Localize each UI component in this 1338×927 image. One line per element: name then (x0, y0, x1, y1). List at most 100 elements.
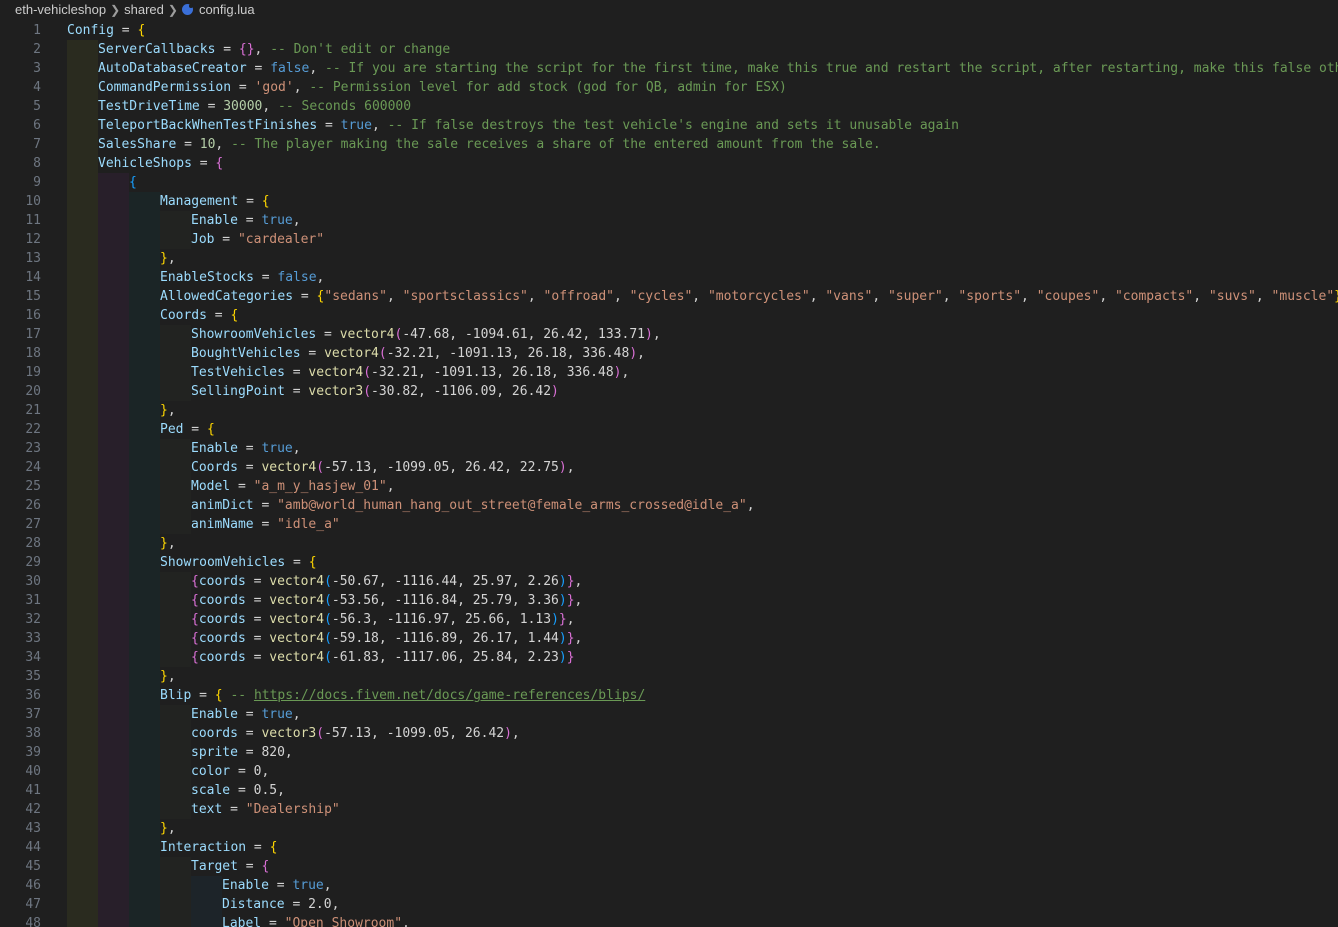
indent-guide (191, 895, 222, 914)
breadcrumb-file[interactable]: config.lua (199, 2, 255, 17)
line-number: 15 (25, 289, 41, 304)
code-line[interactable]: 31 {coords = vector4(-53.56, -1116.84, 25… (0, 591, 1338, 610)
code-line[interactable]: 29 ShowroomVehicles = { (0, 553, 1338, 572)
code-line[interactable]: 22 Ped = { (0, 420, 1338, 439)
indent-guide (98, 724, 129, 743)
breadcrumb-folder-shared[interactable]: shared (124, 2, 164, 17)
code-line[interactable]: 36 Blip = { -- https://docs.fivem.net/doc… (0, 686, 1338, 705)
code-token: -53.56, -1116.84, 25.79, 3.36 (331, 593, 559, 608)
code-line[interactable]: 28}, (0, 534, 1338, 553)
code-token: , (292, 213, 301, 228)
code-line[interactable]: 8 VehicleShops = { (0, 154, 1338, 173)
code-line[interactable]: 18 BoughtVehicles = vector4(-32.21, -1091… (0, 344, 1338, 363)
code-token: , (614, 289, 630, 304)
indent-guide (67, 477, 98, 496)
code-token: ) (551, 384, 559, 399)
code-token: color (191, 764, 231, 779)
code-token: BoughtVehicles (191, 346, 301, 361)
code-token: ( (316, 726, 325, 741)
code-line[interactable]: 9{ (0, 173, 1338, 192)
line-number: 5 (33, 99, 41, 114)
code-token: Enable (222, 878, 269, 893)
code-token: , (809, 289, 826, 304)
code-line[interactable]: 26 animDict = "amb@world_human_hang_out_s… (0, 496, 1338, 515)
indent-guide (67, 762, 98, 781)
indent-guide (67, 211, 98, 230)
code-token: ) (504, 726, 512, 741)
indent-guide (129, 629, 160, 648)
code-token: VehicleShops (98, 156, 192, 171)
code-line[interactable]: 12 Job = "cardealer" (0, 230, 1338, 249)
code-line[interactable]: 3 AutoDatabaseCreator = false, -- If you … (0, 59, 1338, 78)
code-line[interactable]: 39 sprite = 820, (0, 743, 1338, 762)
code-token: coords (198, 631, 246, 646)
code-line[interactable]: 43}, (0, 819, 1338, 838)
code-token: = (268, 878, 293, 893)
code-token: vector3 (308, 384, 364, 399)
indent-guide (129, 287, 160, 306)
code-line[interactable]: 23 Enable = true, (0, 439, 1338, 458)
code-line[interactable]: 38 coords = vector3(-57.13, -1099.05, 26.… (0, 724, 1338, 743)
indent-guide (98, 705, 129, 724)
code-line[interactable]: 34 {coords = vector4(-61.83, -1117.06, 25… (0, 648, 1338, 667)
code-token: = (293, 289, 317, 304)
indent-guide (98, 686, 129, 705)
indent-guide (98, 553, 129, 572)
code-line[interactable]: 44 Interaction = { (0, 838, 1338, 857)
code-line[interactable]: 19 TestVehicles = vector4(-32.21, -1091.1… (0, 363, 1338, 382)
code-line[interactable]: 24 Coords = vector4(-57.13, -1099.05, 26.… (0, 458, 1338, 477)
code-line[interactable]: 41 scale = 0.5, (0, 781, 1338, 800)
code-line[interactable]: 47 Distance = 2.0, (0, 895, 1338, 914)
code-token: ) (613, 365, 622, 380)
code-line[interactable]: 16 Coords = { (0, 306, 1338, 325)
indent-guide (67, 420, 98, 439)
code-line[interactable]: 27 animName = "idle_a" (0, 515, 1338, 534)
code-line[interactable]: 13}, (0, 249, 1338, 268)
code-token: = (261, 916, 285, 927)
indent-guide (98, 876, 129, 895)
code-editor[interactable]: 1 Config = {2 ServerCallbacks = {}, -- Don… (0, 21, 1338, 927)
code-line[interactable]: 48 Label = "Open Showroom", (0, 914, 1338, 927)
code-line[interactable]: 4 CommandPermission = 'god', -- Permissio… (0, 78, 1338, 97)
code-line[interactable]: 33 {coords = vector4(-59.18, -1116.89, 26… (0, 629, 1338, 648)
code-token: vector3 (261, 726, 317, 741)
code-line[interactable]: 1 Config = { (0, 21, 1338, 40)
code-line[interactable]: 15 AllowedCategories = {"sedans", "sports… (0, 287, 1338, 306)
code-line[interactable]: 10 Management = { (0, 192, 1338, 211)
code-line[interactable]: 20 SellingPoint = vector3(-30.82, -1106.0… (0, 382, 1338, 401)
code-token: , (637, 346, 645, 361)
code-line[interactable]: 7 SalesShare = 10, -- The player making t… (0, 135, 1338, 154)
code-token: { (230, 308, 239, 323)
code-line[interactable]: 40 color = 0, (0, 762, 1338, 781)
indent-guide (67, 192, 98, 211)
code-line[interactable]: 25 Model = "a_m_y_hasjew_01", (0, 477, 1338, 496)
indent-guide (129, 268, 160, 287)
indent-guide (98, 496, 129, 515)
code-line[interactable]: 17 ShowroomVehicles = vector4(-47.68, -10… (0, 325, 1338, 344)
code-line[interactable]: 46 Enable = true, (0, 876, 1338, 895)
code-token: CommandPermission (98, 80, 232, 95)
line-number: 25 (25, 479, 41, 494)
code-line[interactable]: 30 {coords = vector4(-50.67, -1116.44, 25… (0, 572, 1338, 591)
code-line[interactable]: 11 Enable = true, (0, 211, 1338, 230)
code-line[interactable]: 14 EnableStocks = false, (0, 268, 1338, 287)
code-line[interactable]: 5 TestDriveTime = 30000, -- Seconds 60000… (0, 97, 1338, 116)
code-line[interactable]: 32 {coords = vector4(-56.3, -1116.97, 25.… (0, 610, 1338, 629)
code-token[interactable]: https://docs.fivem.net/docs/game-referen… (254, 688, 645, 703)
code-token: "motorcycles" (707, 289, 810, 304)
code-line[interactable]: 35}, (0, 667, 1338, 686)
code-token: = (215, 42, 239, 57)
code-line[interactable]: 21}, (0, 401, 1338, 420)
indent-guide (67, 230, 98, 249)
code-line[interactable]: 6 TeleportBackWhenTestFinishes = true, --… (0, 116, 1338, 135)
indent-guide (67, 363, 98, 382)
code-line[interactable]: 37 Enable = true, (0, 705, 1338, 724)
line-number: 48 (25, 916, 41, 927)
code-line[interactable]: 42 text = "Dealership" (0, 800, 1338, 819)
code-line[interactable]: 2 ServerCallbacks = {}, -- Don't edit or … (0, 40, 1338, 59)
code-line[interactable]: 45 Target = { (0, 857, 1338, 876)
line-number: 7 (33, 137, 41, 152)
indent-guide (160, 363, 191, 382)
breadcrumb-folder-root[interactable]: eth-vehicleshop (15, 2, 106, 17)
indent-guide (160, 629, 191, 648)
